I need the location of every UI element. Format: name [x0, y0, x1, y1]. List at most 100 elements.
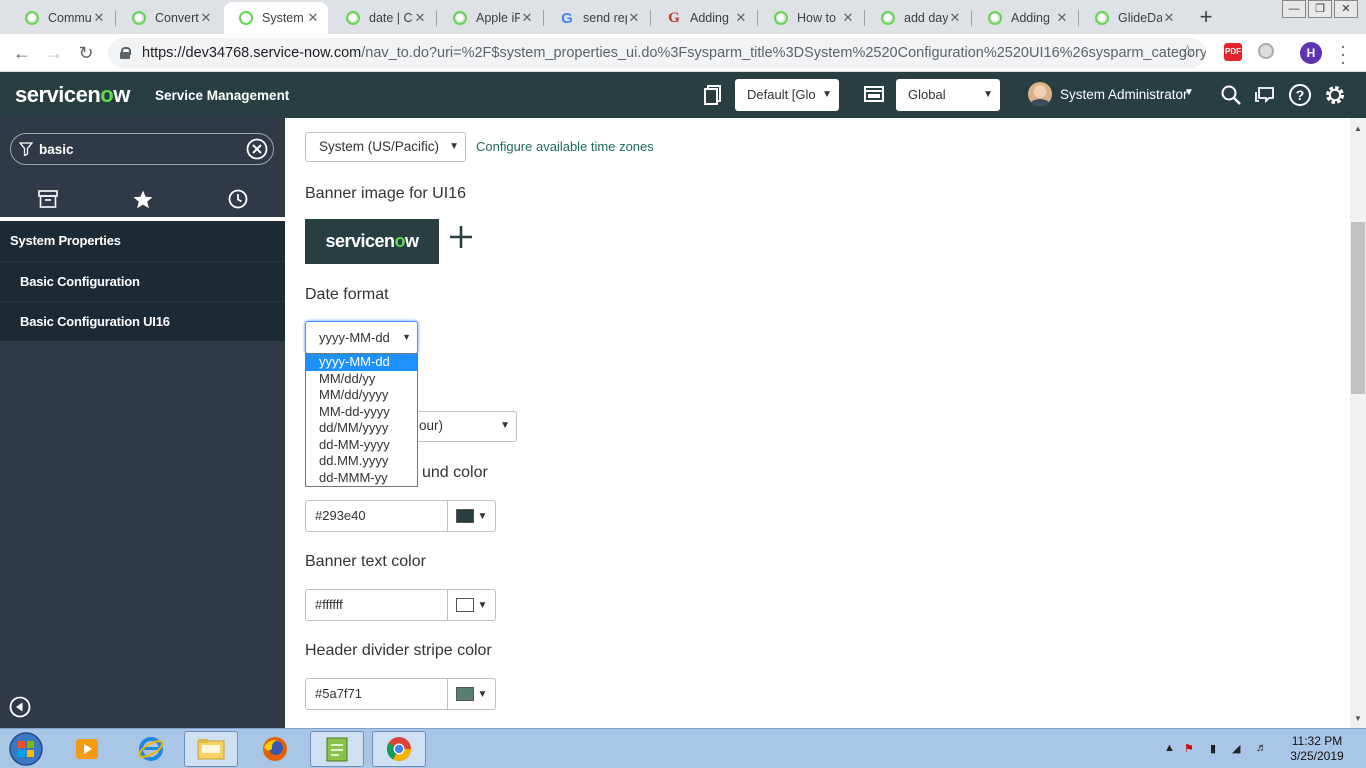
application-scope-icon[interactable] [864, 86, 884, 102]
windows-start-icon[interactable] [6, 731, 46, 767]
profile-avatar[interactable]: H [1300, 42, 1322, 64]
browser-tab[interactable]: How to ✕ [759, 2, 863, 34]
servicenow-icon [452, 10, 468, 26]
browser-tab[interactable]: Gsend rep ✕ [545, 2, 649, 34]
reload-button[interactable]: ↻ [74, 41, 98, 65]
tab-favorites[interactable] [95, 180, 190, 218]
browser-tab[interactable]: Commu ✕ [10, 2, 114, 34]
date-format-option[interactable]: dd.MM.yyyy [306, 453, 417, 470]
search-icon[interactable] [1219, 83, 1243, 107]
url-omnibox[interactable]: https://dev34768.service-now.com/nav_to.… [108, 38, 1206, 68]
close-tab-icon[interactable]: ✕ [627, 10, 641, 26]
banner-text-color-input[interactable]: #ffffff [305, 589, 448, 621]
scrollbar-thumb[interactable] [1351, 222, 1365, 394]
taskbar-file-explorer[interactable] [184, 731, 238, 767]
browser-menu-icon[interactable]: · · · [1338, 37, 1348, 71]
banner-text-color-picker[interactable]: ▼ [448, 589, 496, 621]
star-icon [133, 190, 152, 208]
extension-icon[interactable] [1258, 43, 1274, 59]
browser-tab[interactable]: Convert ✕ [117, 2, 221, 34]
navigator-filter-input[interactable] [39, 140, 239, 158]
header-divider-color-picker[interactable]: ▼ [448, 678, 496, 710]
user-name[interactable]: System Administrator [1060, 87, 1188, 102]
user-avatar[interactable] [1028, 82, 1052, 106]
tab-title: How to [797, 11, 836, 25]
network-icon[interactable]: ◢ [1232, 742, 1240, 755]
browser-tab[interactable]: Apple iP ✕ [438, 2, 542, 34]
taskbar-firefox[interactable] [248, 731, 302, 767]
banner-image-preview[interactable]: servicenow [305, 219, 439, 264]
browser-tab[interactable]: G Adding ✕ [652, 2, 756, 34]
module-basic-configuration-ui16[interactable]: Basic Configuration UI16 [0, 301, 285, 341]
date-format-option[interactable]: MM/dd/yy [306, 371, 417, 388]
help-icon[interactable]: ? [1288, 83, 1312, 107]
volume-icon[interactable]: ♬ [1256, 742, 1267, 754]
scroll-down-arrow-icon[interactable]: ▼ [1354, 714, 1362, 723]
servicenow-icon [131, 10, 147, 26]
pdf-extension-icon[interactable]: PDF [1224, 43, 1242, 61]
connect-chat-icon[interactable] [1253, 83, 1277, 107]
tab-separator [543, 10, 544, 26]
application-header-system-properties[interactable]: System Properties [0, 221, 285, 261]
battery-icon[interactable]: ▮ [1210, 742, 1216, 755]
date-format-option[interactable]: dd-MMM-yy [306, 470, 417, 487]
close-tab-icon[interactable]: ✕ [413, 10, 427, 26]
browser-tab[interactable]: GlideDa ✕ [1080, 2, 1184, 34]
vertical-scrollbar[interactable]: ▲ ▼ [1350, 118, 1366, 728]
close-tab-icon[interactable]: ✕ [92, 10, 106, 26]
forward-button[interactable]: → [42, 41, 66, 65]
date-format-option[interactable]: dd/MM/yyyy [306, 420, 417, 437]
banner-background-color-input[interactable]: #293e40 [305, 500, 448, 532]
taskbar-media-player[interactable] [60, 731, 114, 767]
banner-background-color-picker[interactable]: ▼ [448, 500, 496, 532]
bookmark-star-icon[interactable]: ☆ [1180, 42, 1195, 62]
tab-history[interactable] [190, 180, 285, 218]
gear-icon[interactable] [1323, 83, 1347, 107]
action-center-icon[interactable]: ⚑ [1184, 742, 1194, 755]
header-divider-color-input[interactable]: #5a7f71 [305, 678, 448, 710]
scope-select[interactable]: Global ▼ [896, 79, 1000, 111]
close-tab-icon[interactable]: ✕ [1055, 10, 1069, 26]
tab-title: Adding [1011, 11, 1050, 25]
browser-tab[interactable]: date | C ✕ [331, 2, 435, 34]
new-tab-button[interactable]: + [1196, 6, 1216, 28]
close-tab-icon[interactable]: ✕ [948, 10, 962, 26]
date-format-option[interactable]: MM/dd/yyyy [306, 387, 417, 404]
close-tab-icon[interactable]: ✕ [520, 10, 534, 26]
minimize-button[interactable]: — [1282, 0, 1306, 18]
module-basic-configuration[interactable]: Basic Configuration [0, 261, 285, 301]
browser-tab[interactable]: System ✕ [224, 2, 328, 34]
navigator-filter[interactable] [10, 133, 274, 165]
collapse-navigator-icon[interactable] [9, 696, 31, 718]
browser-tab[interactable]: Adding ✕ [973, 2, 1077, 34]
close-tab-icon[interactable]: ✕ [841, 10, 855, 26]
date-format-option[interactable]: dd-MM-yyyy [306, 437, 417, 454]
close-tab-icon[interactable]: ✕ [306, 10, 320, 26]
taskbar-internet-explorer[interactable] [124, 731, 178, 767]
configure-time-zones-link[interactable]: Configure available time zones [476, 139, 654, 154]
taskbar-chrome[interactable] [372, 731, 426, 767]
date-format-option[interactable]: yyyy-MM-dd [306, 354, 417, 371]
date-format-option[interactable]: MM-dd-yyyy [306, 404, 417, 421]
user-menu-chevron-icon[interactable]: ▼ [1184, 87, 1194, 98]
browser-tab[interactable]: add day ✕ [866, 2, 970, 34]
clear-filter-icon[interactable] [246, 138, 268, 160]
close-tab-icon[interactable]: ✕ [199, 10, 213, 26]
show-hidden-icons-icon[interactable]: ▲ [1164, 742, 1175, 754]
update-set-select[interactable]: Default [Glo ▼ [735, 79, 839, 111]
close-tab-icon[interactable]: ✕ [1162, 10, 1176, 26]
taskbar-clock[interactable]: 11:32 PM 3/25/2019 [1282, 734, 1352, 764]
add-banner-image-icon[interactable] [448, 224, 474, 250]
servicenow-logo[interactable]: servicenow [15, 82, 130, 108]
update-set-icon[interactable] [704, 85, 722, 105]
close-tab-icon[interactable]: ✕ [734, 10, 748, 26]
back-button[interactable]: ← [10, 41, 34, 65]
close-window-button[interactable]: ✕ [1334, 0, 1358, 18]
timezone-select[interactable]: System (US/Pacific) ▼ [305, 132, 466, 162]
restore-button[interactable]: ❐ [1308, 0, 1332, 18]
chrome-icon [386, 737, 411, 762]
date-format-select[interactable]: yyyy-MM-dd ▼ [305, 321, 418, 354]
taskbar-notepad[interactable] [310, 731, 364, 767]
tab-all-applications[interactable] [0, 180, 95, 218]
scroll-up-arrow-icon[interactable]: ▲ [1354, 124, 1362, 133]
